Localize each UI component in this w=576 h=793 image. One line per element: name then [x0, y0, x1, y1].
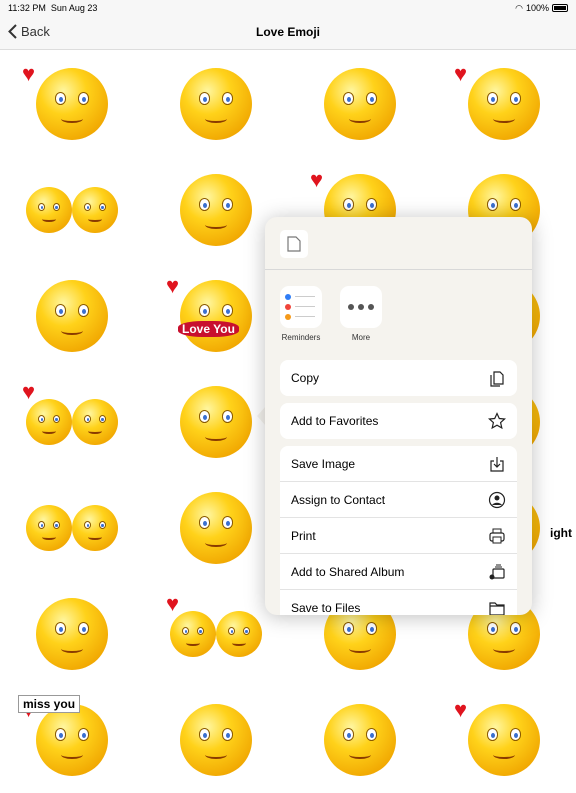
- action-label: Add to Favorites: [291, 414, 379, 428]
- shared-album-icon: [489, 564, 505, 579]
- action-label: Copy: [291, 371, 320, 385]
- heart-icon: ♥: [454, 61, 468, 86]
- share-action-save-image[interactable]: Save Image: [280, 446, 517, 482]
- action-label: Save Image: [291, 456, 356, 471]
- app-label: More: [351, 333, 371, 342]
- emoji-cell[interactable]: ♥: [432, 51, 576, 157]
- emoji-face: [468, 704, 540, 776]
- emoji-cell[interactable]: [288, 687, 432, 793]
- status-bar: 11:32 PM Sun Aug 23 ◠ 100%: [0, 0, 576, 16]
- action-label: Add to Shared Album: [291, 564, 405, 579]
- emoji-cell[interactable]: [0, 157, 144, 263]
- wifi-icon: ◠: [515, 2, 523, 13]
- share-action-add-to-shared-album[interactable]: Add to Shared Album: [280, 554, 517, 590]
- heart-icon: ♥: [166, 273, 180, 298]
- heart-icon: ♥: [310, 167, 324, 192]
- emoji-face: [324, 68, 396, 140]
- emoji-face: [36, 704, 108, 776]
- share-action-save-to-files[interactable]: Save to Files: [280, 590, 517, 615]
- copy-icon: [490, 371, 504, 387]
- heart-icon: ♥: [454, 697, 468, 722]
- download-icon: [490, 456, 504, 472]
- contact-icon: [488, 491, 506, 508]
- emoji-face: [72, 187, 118, 233]
- share-sheet: Reminders More Copy Add to Favorites Save …: [265, 217, 532, 615]
- emoji-face: [180, 280, 252, 352]
- emoji-face: [26, 399, 72, 445]
- emoji-face: [180, 704, 252, 776]
- share-action-group: Save Image Assign to Contact Print Add to S…: [280, 446, 517, 615]
- folder-icon: [489, 602, 505, 615]
- emoji-cell[interactable]: [0, 263, 144, 369]
- more-icon: [340, 286, 382, 328]
- app-label: Reminders: [281, 333, 321, 342]
- emoji-face: [180, 68, 252, 140]
- share-action-group: Add to Favorites: [280, 403, 517, 439]
- emoji-face: [180, 174, 252, 246]
- emoji-cell[interactable]: ♥: [432, 687, 576, 793]
- share-app-more[interactable]: More: [340, 286, 382, 342]
- emoji-cell[interactable]: ♥: [0, 51, 144, 157]
- emoji-caption: miss you: [18, 695, 81, 713]
- emoji-face: [72, 399, 118, 445]
- page-title: Love Emoji: [255, 25, 320, 39]
- emoji-face: [26, 187, 72, 233]
- share-action-assign-to-contact[interactable]: Assign to Contact: [280, 482, 517, 518]
- emoji-face: [468, 68, 540, 140]
- emoji-cell[interactable]: ♥: [0, 369, 144, 475]
- emoji-face: [180, 492, 252, 564]
- action-label: Assign to Contact: [291, 492, 386, 507]
- emoji-caption: ight: [546, 525, 576, 541]
- emoji-face: [72, 505, 118, 551]
- status-time: 11:32 PM: [8, 3, 46, 13]
- emoji-face: [36, 68, 108, 140]
- share-app-reminders[interactable]: Reminders: [280, 286, 322, 342]
- battery-icon: [552, 4, 568, 12]
- heart-icon: ♥: [22, 379, 36, 404]
- emoji-face: [36, 598, 108, 670]
- star-icon: [488, 412, 506, 430]
- action-label: Save to Files: [291, 601, 361, 615]
- emoji-face: [180, 386, 252, 458]
- divider: [265, 269, 532, 270]
- navigation-bar: Back Love Emoji: [0, 16, 576, 50]
- battery-percent: 100%: [525, 3, 549, 13]
- emoji-cell[interactable]: [0, 581, 144, 687]
- document-icon: [280, 230, 308, 258]
- emoji-face: [324, 704, 396, 776]
- emoji-caption: Love You: [178, 321, 239, 337]
- share-action-group: Copy: [280, 360, 517, 396]
- share-action-print[interactable]: Print: [280, 518, 517, 554]
- emoji-cell[interactable]: [144, 51, 288, 157]
- emoji-cell[interactable]: [144, 687, 288, 793]
- emoji-cell[interactable]: ♥miss you: [0, 687, 144, 793]
- emoji-face: [26, 505, 72, 551]
- emoji-cell[interactable]: [288, 51, 432, 157]
- emoji-face: [170, 611, 216, 657]
- heart-icon: ♥: [22, 61, 36, 86]
- action-label: Print: [291, 528, 316, 543]
- printer-icon: [489, 528, 505, 543]
- emoji-cell[interactable]: [0, 475, 144, 581]
- emoji-face: [216, 611, 262, 657]
- share-action-add-to-favorites[interactable]: Add to Favorites: [280, 403, 517, 439]
- share-action-copy[interactable]: Copy: [280, 360, 517, 396]
- emoji-face: [36, 280, 108, 352]
- heart-icon: ♥: [166, 591, 180, 616]
- reminders-icon: [280, 286, 322, 328]
- status-date: Sun Aug 23: [50, 3, 98, 13]
